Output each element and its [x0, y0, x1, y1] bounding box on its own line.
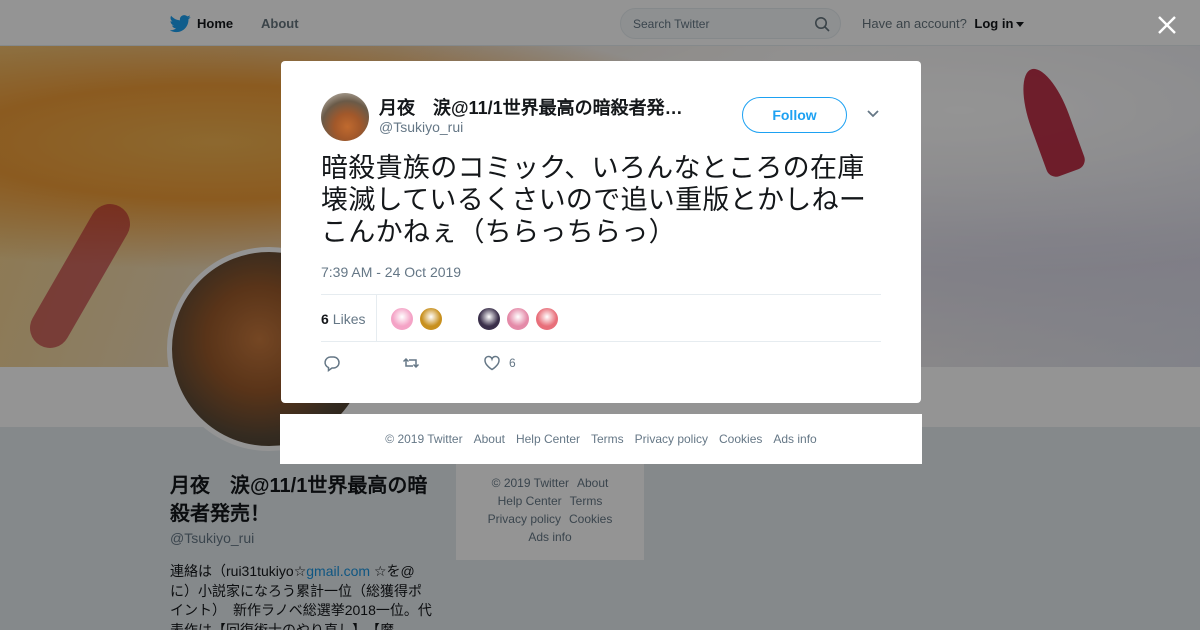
liker-avatar[interactable] [535, 307, 559, 331]
footer-link-help[interactable]: Help Center [516, 432, 580, 446]
heart-icon [484, 355, 500, 371]
retweet-button[interactable] [402, 353, 420, 373]
liker-avatar[interactable] [390, 307, 414, 331]
liker-avatar[interactable] [448, 307, 472, 331]
tweet-author-handle[interactable]: @Tsukiyo_rui [379, 119, 463, 135]
liker-avatar[interactable] [506, 307, 530, 331]
chevron-down-icon[interactable] [866, 109, 880, 119]
footer-copyright: © 2019 Twitter [385, 432, 463, 446]
tweet-author-name[interactable]: 月夜 涙@11/1世界最高の暗殺者発… [379, 94, 699, 120]
liker-avatars [390, 307, 564, 331]
stats-divider [376, 295, 377, 341]
like-button[interactable]: 6 [483, 353, 516, 373]
likes-count: 6 [321, 311, 329, 327]
follow-button[interactable]: Follow [742, 97, 847, 133]
footer-link-cookies[interactable]: Cookies [719, 432, 762, 446]
likes-stat[interactable]: 6 Likes [321, 311, 365, 327]
footer-link-about[interactable]: About [474, 432, 505, 446]
tweet-modal: 月夜 涙@11/1世界最高の暗殺者発… @Tsukiyo_rui Follow … [281, 61, 921, 403]
footer-link-ads[interactable]: Ads info [773, 432, 816, 446]
like-count: 6 [509, 356, 516, 370]
footer-link-terms[interactable]: Terms [591, 432, 624, 446]
tweet-stats: 6 Likes [321, 294, 881, 342]
modal-footer: © 2019 Twitter About Help Center Terms P… [280, 414, 922, 464]
close-icon[interactable] [1156, 14, 1178, 36]
reply-button[interactable] [323, 353, 341, 373]
footer-link-privacy[interactable]: Privacy policy [635, 432, 708, 446]
tweet-timestamp[interactable]: 7:39 AM - 24 Oct 2019 [321, 264, 461, 280]
likes-label: Likes [332, 311, 366, 327]
retweet-icon [402, 357, 420, 369]
liker-avatar[interactable] [477, 307, 501, 331]
tweet-text: 暗殺貴族のコミック、いろんなところの在庫壊滅しているくさいので追い重版とかしねー… [321, 153, 867, 248]
liker-avatar[interactable] [419, 307, 443, 331]
tweet-author-avatar[interactable] [321, 93, 369, 141]
reply-icon [324, 356, 340, 372]
